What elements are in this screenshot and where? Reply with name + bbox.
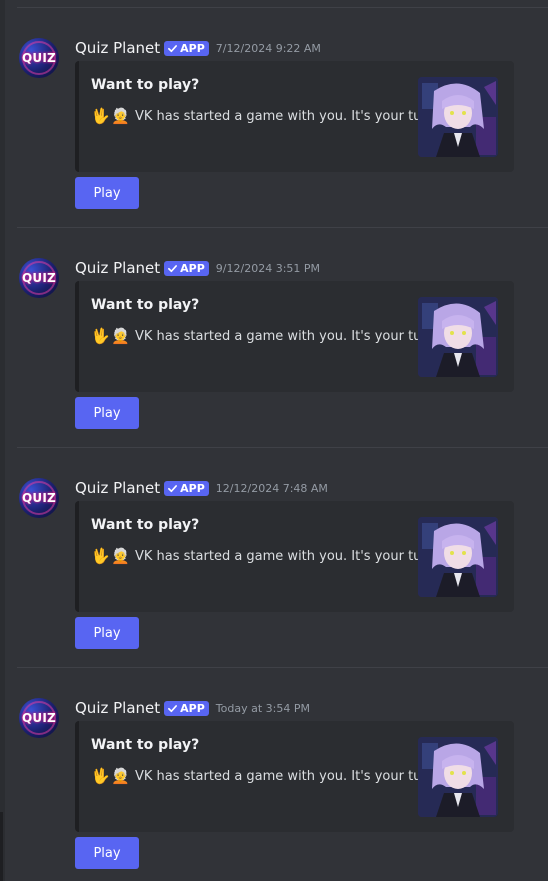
vulcan-salute-icon: 🖖 bbox=[91, 327, 110, 345]
author-name[interactable]: Quiz Planet bbox=[75, 39, 160, 57]
avatar[interactable]: QUIZ bbox=[19, 478, 59, 518]
timestamp[interactable]: 12/12/2024 7:48 AM bbox=[216, 482, 328, 495]
person-icon: 🧑‍🦳 bbox=[111, 547, 130, 565]
person-icon: 🧑‍🦳 bbox=[111, 327, 130, 345]
checkmark-icon bbox=[168, 44, 178, 52]
embed-description-text: VK has started a game with you. It's you… bbox=[135, 768, 440, 784]
vulcan-salute-icon: 🖖 bbox=[91, 547, 110, 565]
embed: Want to play? 🖖 🧑‍🦳 VK has started a gam… bbox=[75, 501, 514, 612]
play-button[interactable]: Play bbox=[75, 617, 139, 649]
person-icon: 🧑‍🦳 bbox=[111, 767, 130, 785]
embed-thumbnail[interactable] bbox=[418, 297, 498, 377]
avatar-logo-text: QUIZ bbox=[22, 51, 56, 65]
author-name[interactable]: Quiz Planet bbox=[75, 699, 160, 717]
avatar[interactable]: QUIZ bbox=[19, 258, 59, 298]
person-icon: 🧑‍🦳 bbox=[111, 107, 130, 125]
checkmark-icon bbox=[168, 704, 178, 712]
message: QUIZ Quiz Planet APP 7/12/2024 9:22 AM W… bbox=[0, 10, 548, 209]
embed-description-text: VK has started a game with you. It's you… bbox=[135, 108, 440, 124]
vulcan-salute-icon: 🖖 bbox=[91, 767, 110, 785]
embed-title: Want to play? bbox=[91, 297, 200, 313]
play-button[interactable]: Play bbox=[75, 837, 139, 869]
app-badge-label: APP bbox=[180, 481, 205, 495]
app-badge: APP bbox=[164, 480, 209, 496]
embed: Want to play? 🖖 🧑‍🦳 VK has started a gam… bbox=[75, 61, 514, 172]
app-badge-label: APP bbox=[180, 261, 205, 275]
message-divider bbox=[17, 7, 548, 8]
timestamp[interactable]: 7/12/2024 9:22 AM bbox=[216, 42, 321, 55]
embed-title: Want to play? bbox=[91, 517, 200, 533]
embed-description-text: VK has started a game with you. It's you… bbox=[135, 328, 440, 344]
embed-title: Want to play? bbox=[91, 77, 200, 93]
avatar-logo-text: QUIZ bbox=[22, 491, 56, 505]
message-divider bbox=[17, 447, 548, 448]
author-name[interactable]: Quiz Planet bbox=[75, 259, 160, 277]
embed-description: 🖖 🧑‍🦳 VK has started a game with you. It… bbox=[91, 105, 440, 127]
message-header: Quiz Planet APP 7/12/2024 9:22 AM bbox=[75, 38, 321, 58]
message-divider bbox=[17, 227, 548, 228]
message: QUIZ Quiz Planet APP 9/12/2024 3:51 PM W… bbox=[0, 230, 548, 429]
checkmark-icon bbox=[168, 264, 178, 272]
embed-thumbnail[interactable] bbox=[418, 517, 498, 597]
embed: Want to play? 🖖 🧑‍🦳 VK has started a gam… bbox=[75, 721, 514, 832]
embed: Want to play? 🖖 🧑‍🦳 VK has started a gam… bbox=[75, 281, 514, 392]
app-badge: APP bbox=[164, 40, 209, 56]
message-feed: QUIZ Quiz Planet APP 7/12/2024 9:22 AM W… bbox=[0, 0, 548, 881]
message-divider bbox=[17, 667, 548, 668]
timestamp[interactable]: 9/12/2024 3:51 PM bbox=[216, 262, 320, 275]
app-badge-label: APP bbox=[180, 701, 205, 715]
embed-description: 🖖 🧑‍🦳 VK has started a game with you. It… bbox=[91, 325, 440, 347]
embed-thumbnail[interactable] bbox=[418, 737, 498, 817]
avatar[interactable]: QUIZ bbox=[19, 698, 59, 738]
play-button[interactable]: Play bbox=[75, 177, 139, 209]
checkmark-icon bbox=[168, 484, 178, 492]
message: QUIZ Quiz Planet APP 12/12/2024 7:48 AM … bbox=[0, 450, 548, 649]
embed-description: 🖖 🧑‍🦳 VK has started a game with you. It… bbox=[91, 545, 440, 567]
message-header: Quiz Planet APP 9/12/2024 3:51 PM bbox=[75, 258, 320, 278]
avatar[interactable]: QUIZ bbox=[19, 38, 59, 78]
app-badge: APP bbox=[164, 260, 209, 276]
message-header: Quiz Planet APP 12/12/2024 7:48 AM bbox=[75, 478, 328, 498]
vulcan-salute-icon: 🖖 bbox=[91, 107, 110, 125]
app-badge-label: APP bbox=[180, 41, 205, 55]
message-header: Quiz Planet APP Today at 3:54 PM bbox=[75, 698, 310, 718]
timestamp[interactable]: Today at 3:54 PM bbox=[216, 702, 310, 715]
embed-description-text: VK has started a game with you. It's you… bbox=[135, 548, 440, 564]
embed-title: Want to play? bbox=[91, 737, 200, 753]
avatar-logo-text: QUIZ bbox=[22, 271, 56, 285]
play-button[interactable]: Play bbox=[75, 397, 139, 429]
author-name[interactable]: Quiz Planet bbox=[75, 479, 160, 497]
app-badge: APP bbox=[164, 700, 209, 716]
avatar-logo-text: QUIZ bbox=[22, 711, 56, 725]
message: QUIZ Quiz Planet APP Today at 3:54 PM Wa… bbox=[0, 670, 548, 869]
embed-thumbnail[interactable] bbox=[418, 77, 498, 157]
embed-description: 🖖 🧑‍🦳 VK has started a game with you. It… bbox=[91, 765, 440, 787]
